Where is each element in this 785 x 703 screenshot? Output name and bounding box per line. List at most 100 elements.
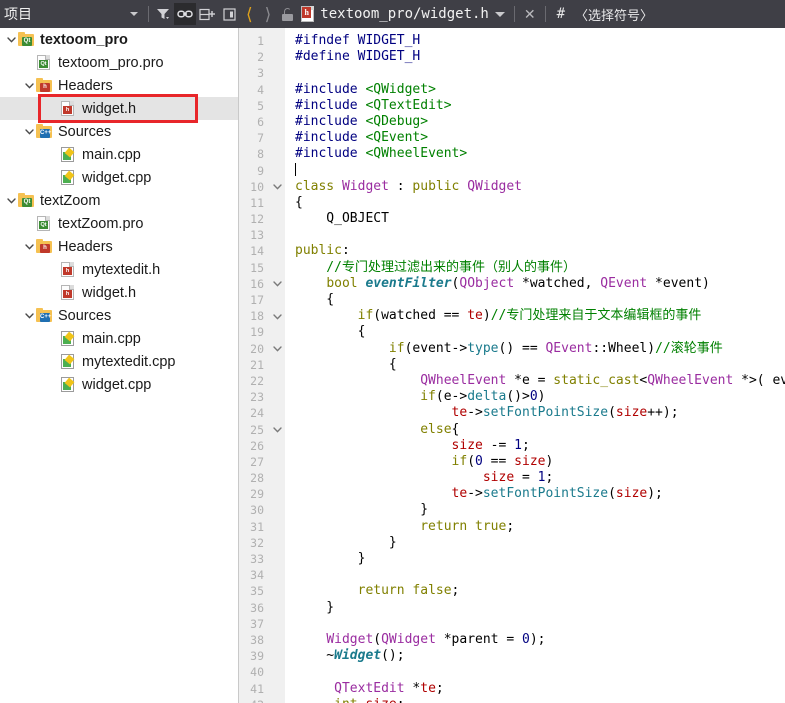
tree-item-textoom-pro[interactable]: Qt textoom_pro: [0, 28, 238, 51]
code-line[interactable]: {: [295, 357, 785, 373]
code-line[interactable]: size -= 1;: [295, 438, 785, 454]
tree-item-widget-h[interactable]: h widget.h: [0, 281, 238, 304]
chevron-down-icon[interactable]: [22, 304, 36, 327]
code-line[interactable]: }: [295, 535, 785, 551]
code-content[interactable]: #ifndef WIDGET_H #define WIDGET_H #includ…: [285, 28, 785, 703]
code-line[interactable]: }: [295, 502, 785, 518]
code-line[interactable]: bool eventFilter(QObject *watched, QEven…: [295, 276, 785, 292]
code-line[interactable]: if(watched == te)//专门处理来自于文本编辑框的事件: [295, 308, 785, 324]
fold-chevron-down-icon[interactable]: [269, 422, 285, 438]
code-line[interactable]: //专门处理过滤出来的事件（别人的事件）: [295, 260, 785, 276]
code-editor[interactable]: 1 2 3 4 5 6 7 8 9 10 11 12 13 14 15 16 17 18 19 20 21 22 23 24 2…: [239, 28, 785, 703]
fold-chevron-down-icon[interactable]: [269, 276, 285, 292]
code-line[interactable]: te->setFontPointSize(size++);: [295, 405, 785, 421]
back-arrow-icon[interactable]: ⟨: [240, 6, 259, 23]
chevron-down-icon[interactable]: [4, 28, 18, 51]
qt-project-file-icon: Qt: [36, 215, 53, 232]
filter-icon[interactable]: [152, 3, 174, 25]
code-line[interactable]: [295, 162, 785, 179]
code-line[interactable]: int size;: [295, 697, 785, 703]
fold-empty: [269, 243, 285, 259]
split-add-icon[interactable]: [196, 3, 218, 25]
code-line[interactable]: #include <QWheelEvent>: [295, 146, 785, 162]
chevron-down-icon[interactable]: [494, 11, 505, 17]
fold-empty: [269, 600, 285, 616]
tree-item-widget-cpp[interactable]: widget.cpp: [0, 373, 238, 396]
tree-item-main-cpp[interactable]: main.cpp: [0, 327, 238, 350]
code-line[interactable]: if(e->delta()>0): [295, 389, 785, 405]
code-line[interactable]: #include <QEvent>: [295, 130, 785, 146]
code-line[interactable]: te->setFontPointSize(size);: [295, 486, 785, 502]
tree-item-headers[interactable]: h Headers: [0, 74, 238, 97]
code-line[interactable]: #include <QTextEdit>: [295, 98, 785, 114]
tree-item-textzoom-pro[interactable]: Qt textZoom.pro: [0, 212, 238, 235]
fold-empty: [269, 470, 285, 486]
code-line[interactable]: else{: [295, 422, 785, 438]
code-line[interactable]: return true;: [295, 519, 785, 535]
code-line[interactable]: }: [295, 551, 785, 567]
code-line[interactable]: class Widget : public QWidget: [295, 179, 785, 195]
code-line[interactable]: {: [295, 195, 785, 211]
tree-item-label: widget.cpp: [82, 376, 152, 393]
code-line[interactable]: public:: [295, 243, 785, 259]
tree-item-sources[interactable]: C++ Sources: [0, 120, 238, 143]
tree-item-label: Sources: [58, 123, 112, 140]
tree-item-textoom-pro-pro[interactable]: Qt textoom_pro.pro: [0, 51, 238, 74]
code-line[interactable]: {: [295, 292, 785, 308]
code-line[interactable]: [295, 567, 785, 583]
fold-chevron-down-icon[interactable]: [269, 341, 285, 357]
chevron-down-icon[interactable]: [22, 120, 36, 143]
code-line[interactable]: [295, 227, 785, 243]
tree-item-mytextedit-h[interactable]: h mytextedit.h: [0, 258, 238, 281]
tree-item-headers[interactable]: h Headers: [0, 235, 238, 258]
forward-arrow-icon[interactable]: ⟩: [259, 6, 278, 23]
fold-chevron-down-icon[interactable]: [269, 179, 285, 195]
tree-item-sources[interactable]: C++ Sources: [0, 304, 238, 327]
code-line[interactable]: QTextEdit *te;: [295, 681, 785, 697]
headers-folder-icon: h: [36, 238, 53, 255]
code-line[interactable]: [295, 616, 785, 632]
code-line[interactable]: if(event->type() == QEvent::Wheel)//滚轮事件: [295, 341, 785, 357]
chevron-down-icon[interactable]: [22, 235, 36, 258]
top-toolbar: 项目 ⟨ ⟩ h textoom_pro/widget.h ✕ # 〈选择符号〉: [0, 0, 785, 28]
line-number: 14: [250, 244, 264, 259]
code-line[interactable]: }: [295, 600, 785, 616]
code-line[interactable]: #define WIDGET_H: [295, 49, 785, 65]
code-line[interactable]: return false;: [295, 583, 785, 599]
chevron-down-icon[interactable]: [123, 3, 145, 25]
tree-item-widget-h[interactable]: h widget.h: [0, 97, 238, 120]
code-line[interactable]: #include <QDebug>: [295, 114, 785, 130]
code-line[interactable]: Widget(QWidget *parent = 0);: [295, 632, 785, 648]
header-file-icon: h: [301, 6, 315, 22]
link-icon[interactable]: [174, 3, 196, 25]
close-panel-icon[interactable]: [218, 3, 240, 25]
project-tree[interactable]: Qt textoom_pro Qt textoom_pro.pro h Headers h w…: [0, 28, 239, 703]
fold-chevron-down-icon[interactable]: [269, 308, 285, 324]
unlocked-icon[interactable]: [282, 7, 294, 21]
cpp-source-file-icon: [60, 353, 77, 370]
code-line[interactable]: size = 1;: [295, 470, 785, 486]
code-line[interactable]: [295, 664, 785, 680]
close-icon[interactable]: ✕: [518, 6, 542, 23]
code-line[interactable]: QWheelEvent *e = static_cast<QWheelEvent…: [295, 373, 785, 389]
code-line[interactable]: #ifndef WIDGET_H: [295, 33, 785, 49]
code-line[interactable]: [295, 65, 785, 81]
fold-empty: [269, 211, 285, 227]
tree-item-widget-cpp[interactable]: widget.cpp: [0, 166, 238, 189]
code-line[interactable]: if(0 == size): [295, 454, 785, 470]
tree-item-label: mytextedit.h: [82, 261, 161, 278]
code-line[interactable]: #include <QWidget>: [295, 82, 785, 98]
fold-marker-column[interactable]: [269, 28, 285, 703]
tree-item-mytextedit-cpp[interactable]: mytextedit.cpp: [0, 350, 238, 373]
chevron-down-icon[interactable]: [4, 189, 18, 212]
tree-item-main-cpp[interactable]: main.cpp: [0, 143, 238, 166]
symbol-selector[interactable]: 〈选择符号〉: [569, 5, 653, 24]
chevron-down-icon[interactable]: [22, 74, 36, 97]
code-line[interactable]: Q_OBJECT: [295, 211, 785, 227]
open-file-path[interactable]: textoom_pro/widget.h: [318, 6, 489, 22]
tree-item-textzoom[interactable]: Qt textZoom: [0, 189, 238, 212]
code-line[interactable]: {: [295, 324, 785, 340]
qt-folder-icon: Qt: [18, 192, 35, 209]
code-line[interactable]: ~Widget();: [295, 648, 785, 664]
